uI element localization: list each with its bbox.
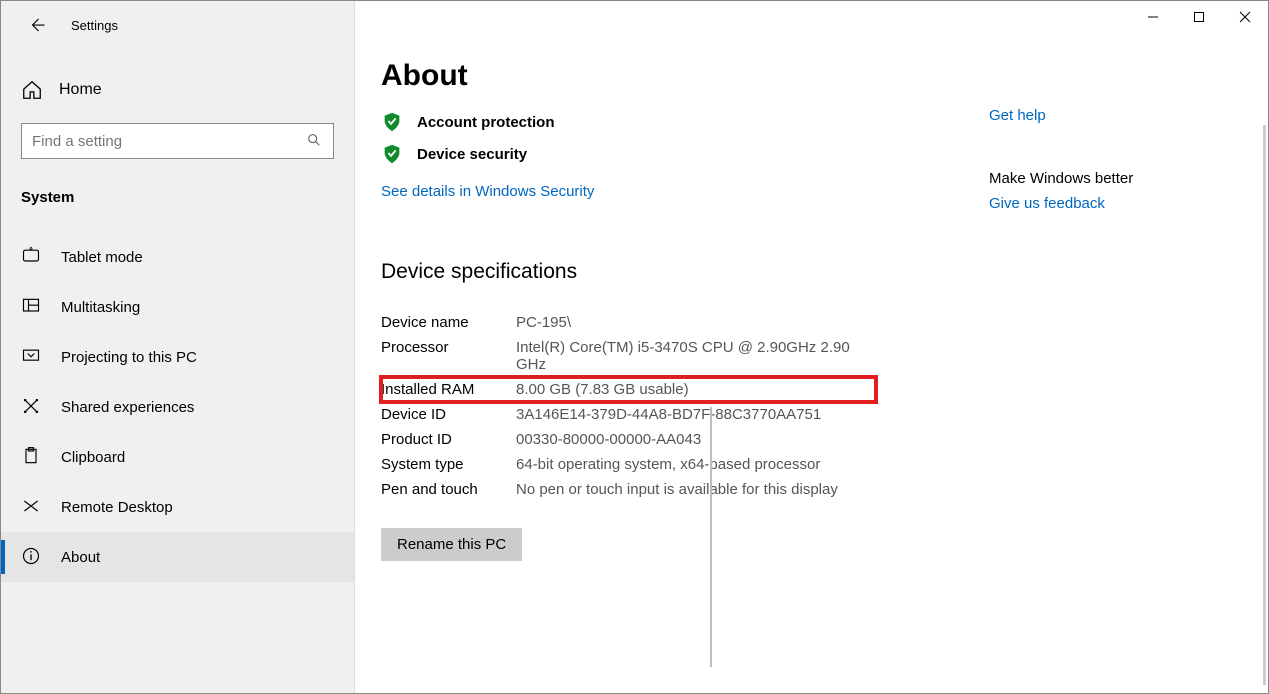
spec-value: No pen or touch input is available for t… [516,477,876,502]
sidebar-item-label: Remote Desktop [61,499,173,516]
project-icon [21,346,43,368]
shield-check-icon [381,143,403,165]
close-button[interactable] [1222,1,1268,33]
remote-icon [21,496,43,518]
spec-row: ProcessorIntel(R) Core(TM) i5-3470S CPU … [381,335,876,377]
security-label: Device security [417,146,527,163]
sidebar-item-label: Shared experiences [61,399,194,416]
spec-value: PC-195\ [516,310,876,335]
sidebar-item-multitasking[interactable]: Multitasking [1,282,354,332]
spec-value: 00330-80000-00000-AA043 [516,427,876,452]
windows-security-link[interactable]: See details in Windows Security [381,183,594,200]
window-title: Settings [71,18,118,33]
spec-value: Intel(R) Core(TM) i5-3470S CPU @ 2.90GHz… [516,335,876,377]
window-scrollbar[interactable] [1263,125,1266,685]
back-button[interactable] [25,13,49,37]
sidebar-item-about[interactable]: About [1,532,354,582]
sidebar-item-label: About [61,549,100,566]
window-controls [1130,1,1268,33]
spec-key: Processor [381,335,516,377]
give-feedback-link[interactable]: Give us feedback [989,195,1239,212]
minimize-button[interactable] [1130,1,1176,33]
sidebar-item-remote-desktop[interactable]: Remote Desktop [1,482,354,532]
info-icon [21,546,43,568]
spec-value: 3A146E14-379D-44A8-BD7F-88C3770AA751 [516,402,876,427]
spec-row: Product ID00330-80000-00000-AA043 [381,427,876,452]
spec-value: 8.00 GB (7.83 GB usable) [516,377,876,402]
back-arrow-icon [28,16,46,34]
spec-key: Device name [381,310,516,335]
main-panel: About Account protection Device security… [355,1,1268,693]
maximize-button[interactable] [1176,1,1222,33]
home-label: Home [59,81,102,99]
spec-row: Pen and touchNo pen or touch input is av… [381,477,876,502]
sidebar-category: System [1,159,354,224]
sidebar-item-home[interactable]: Home [1,69,354,111]
tablet-icon [21,246,43,268]
get-help-link[interactable]: Get help [989,107,1239,124]
spec-row-highlighted: Installed RAM8.00 GB (7.83 GB usable) [381,377,876,402]
clipboard-icon [21,446,43,468]
search-input[interactable] [21,123,334,159]
search-icon [306,132,324,150]
spec-key: Device ID [381,402,516,427]
home-icon [21,79,43,101]
shield-check-icon [381,111,403,133]
security-row-device: Device security [381,143,949,165]
sidebar: Settings Home System Tablet mode Multita… [1,1,355,693]
security-label: Account protection [417,114,555,131]
sidebar-item-label: Tablet mode [61,249,143,266]
spec-key: Installed RAM [381,377,516,402]
page-title: About [381,59,949,93]
spec-key: System type [381,452,516,477]
sidebar-nav: Tablet mode Multitasking Projecting to t… [1,232,354,582]
device-spec-table: Device namePC-195\ ProcessorIntel(R) Cor… [381,310,876,502]
sidebar-item-shared-experiences[interactable]: Shared experiences [1,382,354,432]
sidebar-item-label: Projecting to this PC [61,349,197,366]
search-box [21,123,334,159]
share-icon [21,396,43,418]
spec-row: Device ID3A146E14-379D-44A8-BD7F-88C3770… [381,402,876,427]
sidebar-item-label: Clipboard [61,449,125,466]
spec-row: Device namePC-195\ [381,310,876,335]
security-row-account: Account protection [381,111,949,133]
content-scrollbar[interactable] [710,407,712,667]
sidebar-item-tablet-mode[interactable]: Tablet mode [1,232,354,282]
sidebar-item-clipboard[interactable]: Clipboard [1,432,354,482]
spec-key: Pen and touch [381,477,516,502]
multitask-icon [21,296,43,318]
sidebar-item-projecting[interactable]: Projecting to this PC [1,332,354,382]
rename-pc-button[interactable]: Rename this PC [381,528,522,561]
spec-row: System type64-bit operating system, x64-… [381,452,876,477]
sidebar-item-label: Multitasking [61,299,140,316]
device-spec-heading: Device specifications [381,260,949,284]
make-windows-better-heading: Make Windows better [989,170,1239,187]
spec-value: 64-bit operating system, x64-based proce… [516,452,876,477]
spec-key: Product ID [381,427,516,452]
